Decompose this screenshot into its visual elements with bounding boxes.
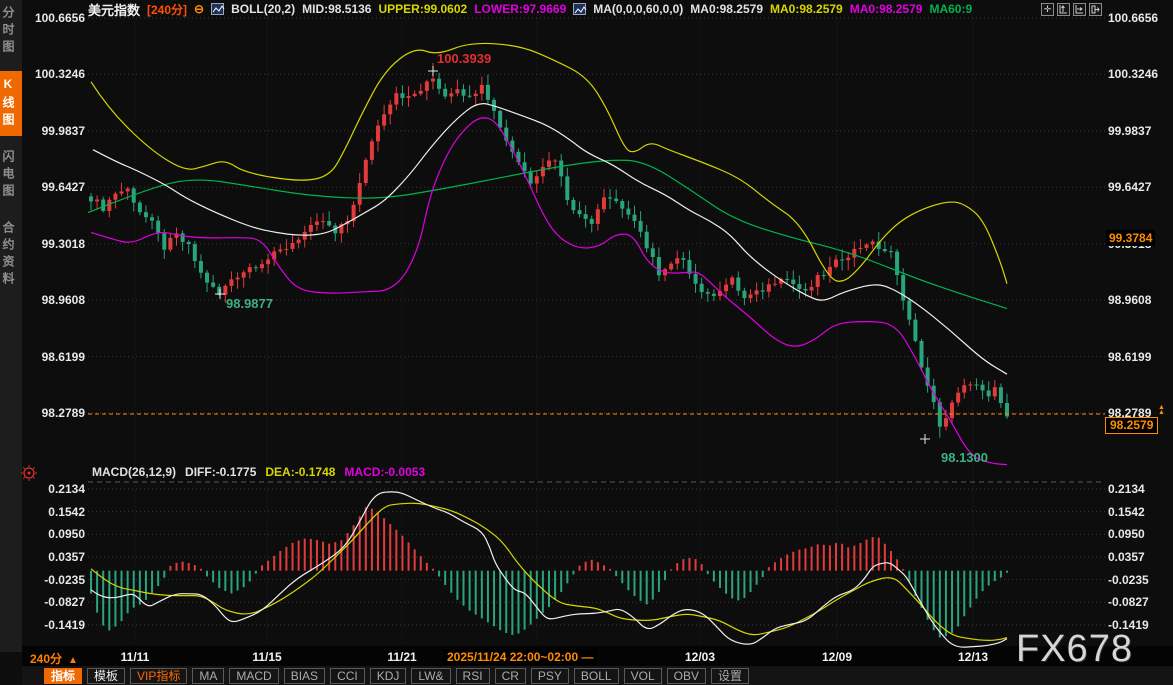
macd-axis-label: 0.0357 [1108, 550, 1170, 564]
trading-app-window: 100.393998.987798.1300 分时图 K线图 闪电图 合约资料 … [0, 0, 1173, 685]
indicator-tab-BIAS[interactable]: BIAS [284, 668, 325, 684]
price-annotation: 100.3939 [437, 51, 491, 66]
macd-axis-label: -0.0827 [1108, 595, 1170, 609]
price-axis-label: 98.6199 [1108, 350, 1170, 364]
period-dropdown-icon[interactable]: ▲ [68, 655, 78, 666]
fx678-watermark: FX678 [1016, 628, 1133, 671]
indicator-tab-VOL[interactable]: VOL [624, 668, 662, 684]
date-label: 12/09 [822, 650, 852, 664]
ma0-yellow-value: MA0:98.2579 [770, 2, 843, 16]
collapse-indicator-icon[interactable]: ⊖ [194, 4, 204, 14]
indicator-tab-OBV[interactable]: OBV [667, 668, 706, 684]
date-label: 11/11 [121, 650, 150, 664]
sidebar-tab-timeline[interactable]: 分时图 [0, 0, 22, 63]
macd-diff-value: DIFF:-0.1775 [185, 465, 256, 479]
macd-axis-label: 0.0950 [26, 527, 85, 541]
indicator-tab-MA[interactable]: MA [192, 668, 224, 684]
indicator-tab-PSY[interactable]: PSY [531, 668, 569, 684]
macd-settings-icon[interactable] [21, 465, 37, 486]
ma-indicator-icon[interactable] [573, 3, 586, 15]
crosshair-date-label: 2025/11/24 22:00~02:00 — [443, 649, 597, 665]
macd-axis-label: -0.1419 [26, 618, 85, 632]
price-axis-label: 99.3018 [26, 237, 85, 251]
price-axis-label: 100.3246 [1108, 67, 1170, 81]
boll-title: BOLL(20,2) [231, 2, 295, 16]
sidebar-tab-contract-info[interactable]: 合约资料 [0, 215, 22, 295]
window-controls: ✛ [1041, 3, 1102, 16]
macd-axis-label: 0.0950 [1108, 527, 1170, 541]
collapse-panel-icon[interactable] [1089, 3, 1102, 16]
price-axis-label: 99.6427 [26, 180, 85, 194]
date-label: 11/21 [387, 650, 416, 664]
price-axis-label: 100.6656 [1108, 11, 1170, 25]
indicator-tab-设置[interactable]: 设置 [711, 668, 749, 684]
current-price-badge: 98.2579 [1105, 417, 1158, 434]
sidebar-tab-kline[interactable]: K线图 [0, 71, 22, 136]
price-axis-label: 99.9837 [1108, 124, 1170, 138]
macd-title: MACD(26,12,9) [92, 465, 176, 479]
macd-axis-label: 0.0357 [26, 550, 85, 564]
period-selector[interactable]: 240分▲ [30, 650, 78, 667]
price-up-arrows-icon: ▲▲ [1158, 405, 1165, 415]
price-axis-label: 98.2789 [26, 406, 85, 420]
macd-axis-label: -0.0827 [26, 595, 85, 609]
ma0-white-value: MA0:98.2579 [690, 2, 763, 16]
price-axis-label: 99.9837 [26, 124, 85, 138]
price-axis-label: 98.9608 [1108, 293, 1170, 307]
price-annotation: 98.1300 [941, 450, 988, 465]
period-label[interactable]: [240分] [147, 1, 187, 18]
indicator-tab-RSI[interactable]: RSI [456, 668, 490, 684]
macd-dea-value: DEA:-0.1748 [265, 465, 335, 479]
indicator-tab-BOLL[interactable]: BOLL [574, 668, 619, 684]
date-label: 12/13 [958, 650, 988, 664]
chart-header: 美元指数 [240分] ⊖ BOLL(20,2) MID:98.5136 UPP… [88, 1, 972, 17]
price-marker-badge: 99.3784 [1106, 230, 1155, 246]
boll-mid-value: MID:98.5136 [302, 2, 371, 16]
price-axis-label: 98.9608 [26, 293, 85, 307]
scale-vertical-icon[interactable] [1057, 3, 1070, 16]
indicator-tab-CCI[interactable]: CCI [330, 668, 365, 684]
indicator-tab-指标[interactable]: 指标 [44, 668, 82, 684]
price-axis-label: 100.3246 [26, 67, 85, 81]
price-axis-label: 98.6199 [26, 350, 85, 364]
indicator-tab-模板[interactable]: 模板 [87, 668, 125, 684]
ma-title: MA(0,0,0,60,0,0) [593, 2, 683, 16]
macd-macd-value: MACD:-0.0053 [344, 465, 425, 479]
ma0-magenta-value: MA0:98.2579 [850, 2, 923, 16]
indicator-tab-MACD[interactable]: MACD [229, 668, 278, 684]
chart-canvas[interactable]: 100.3939 98.9877 98.1300 [0, 0, 1173, 685]
price-axis-label: 99.6427 [1108, 180, 1170, 194]
macd-axis-label: -0.0235 [26, 573, 85, 587]
boll-lower-value: LOWER:97.9669 [474, 2, 566, 16]
layout-grid-icon[interactable]: ✛ [1041, 3, 1054, 16]
boll-upper-value: UPPER:99.0602 [378, 2, 467, 16]
macd-axis-label: 0.2134 [1108, 482, 1170, 496]
scale-horizontal-icon[interactable] [1073, 3, 1086, 16]
date-label: 12/03 [685, 650, 715, 664]
sidebar: 分时图 K线图 闪电图 合约资料 [0, 0, 22, 652]
macd-axis-label: -0.0235 [1108, 573, 1170, 587]
date-label: 11/15 [252, 650, 281, 664]
indicator-tab-LW&[interactable]: LW& [411, 668, 450, 684]
price-annotation: 98.9877 [226, 296, 273, 311]
ma60-value: MA60:9 [929, 2, 972, 16]
indicator-tab-VIP指标[interactable]: VIP指标 [130, 668, 187, 684]
price-axis-label: 100.6656 [26, 11, 85, 25]
indicator-tab-CR[interactable]: CR [495, 668, 526, 684]
boll-indicator-icon[interactable] [211, 3, 224, 15]
symbol-title: 美元指数 [88, 0, 140, 19]
sidebar-tab-flash[interactable]: 闪电图 [0, 144, 22, 207]
indicator-toolbar: 指标模板 VIP指标 MA MACD BIAS CCI KDJLW&RSI CR PSY BOLL… [22, 666, 1173, 685]
macd-axis-label: 0.1542 [1108, 505, 1170, 519]
indicator-tab-KDJ[interactable]: KDJ [370, 668, 407, 684]
macd-header: MACD(26,12,9) DIFF:-0.1775 DEA:-0.1748 M… [92, 465, 425, 479]
macd-axis-label: 0.1542 [26, 505, 85, 519]
